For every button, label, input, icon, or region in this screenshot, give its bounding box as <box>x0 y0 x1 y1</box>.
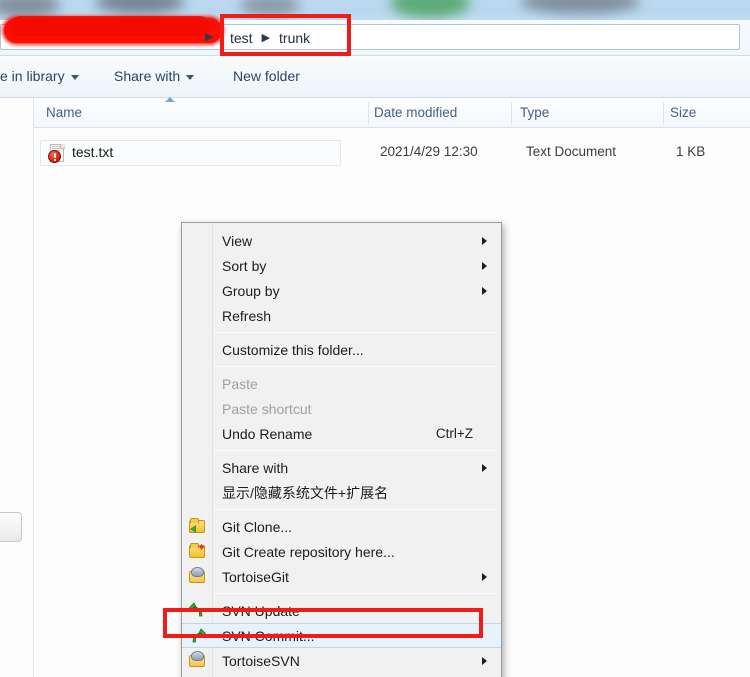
column-header-row: Name Date modified Type Size <box>34 98 750 128</box>
chevron-right-icon <box>482 572 487 581</box>
redaction-scribble-core <box>10 16 210 36</box>
explorer-toolbar: e in library Share with New folder <box>0 56 750 98</box>
column-header-name[interactable]: Name <box>46 105 82 120</box>
menu-item-label: TortoiseSVN <box>222 652 300 669</box>
menu-item-label: Paste shortcut <box>222 400 312 417</box>
file-type-cell: Text Document <box>526 144 617 159</box>
toolbar-new-folder[interactable]: New folder <box>233 68 300 84</box>
menu-item-label: Git Clone... <box>222 518 293 535</box>
file-size-cell: 1 KB <box>676 144 706 159</box>
menu-item-git-clone[interactable]: Git Clone... <box>182 514 501 539</box>
menu-item-label: Share with <box>222 459 289 476</box>
svn-update-icon <box>189 602 206 619</box>
glass-blob-2 <box>95 0 185 14</box>
tortoisegit-icon <box>189 567 206 585</box>
chevron-right-icon <box>482 261 487 270</box>
menu-item-refresh[interactable]: Refresh <box>182 303 501 328</box>
toolbar-include-in-library[interactable]: e in library <box>0 68 79 84</box>
menu-item-label: Paste <box>222 375 258 392</box>
svn-commit-icon <box>189 628 206 645</box>
menu-item-git-create[interactable]: ✦ Git Create repository here... <box>182 539 501 564</box>
menu-item-svn-update[interactable]: SVN Update <box>182 598 501 623</box>
menu-item-label: SVN Commit... <box>222 627 315 644</box>
menu-item-label: Refresh <box>222 307 272 324</box>
menu-item-label: Git Create repository here... <box>222 543 395 560</box>
context-menu-item-list: View Sort by Group by Refresh Customize this… <box>182 228 501 677</box>
navigation-pane-divider <box>33 98 34 677</box>
context-menu[interactable]: View Sort by Group by Refresh Customize this… <box>181 222 502 677</box>
menu-item-svn-commit[interactable]: SVN Commit... <box>182 623 501 648</box>
tortoisesvn-icon <box>189 651 206 669</box>
table-row[interactable]: test.txt 2021/4/29 12:30 Text Document 1… <box>40 140 746 166</box>
toolbar-share-with-label: Share with <box>114 68 181 84</box>
glass-blob-5 <box>520 0 640 14</box>
menu-item-label: 显示/隐藏系统文件+扩展名 <box>222 484 389 501</box>
menu-item-label: Undo Rename <box>222 425 313 442</box>
chevron-down-icon <box>70 74 79 80</box>
toolbar-new-folder-label: New folder <box>233 68 300 84</box>
file-date-modified-cell: 2021/4/29 12:30 <box>380 144 478 159</box>
menu-item-shortcut: Ctrl+Z <box>435 426 473 441</box>
chevron-right-icon <box>482 463 487 472</box>
text-document-svn-modified-icon <box>48 144 65 163</box>
menu-item-label: View <box>222 232 253 249</box>
menu-item-paste-shortcut: Paste shortcut <box>182 396 501 421</box>
git-clone-icon <box>189 518 206 535</box>
breadcrumb-separator-icon: ▶ <box>205 31 214 43</box>
menu-item-label: TortoiseGit <box>222 568 289 585</box>
column-header-date-modified[interactable]: Date modified <box>374 105 457 120</box>
menu-item-label: Group by <box>222 282 280 299</box>
column-divider[interactable] <box>663 102 664 124</box>
sort-ascending-icon <box>165 97 175 102</box>
menu-item-paste: Paste <box>182 371 501 396</box>
menu-item-label: Customize this folder... <box>222 341 364 358</box>
chevron-right-icon <box>482 656 487 665</box>
column-header-type[interactable]: Type <box>520 105 549 120</box>
menu-item-tortoisegit[interactable]: TortoiseGit <box>182 564 501 589</box>
column-header-size[interactable]: Size <box>670 105 696 120</box>
chevron-down-icon <box>186 74 195 80</box>
git-create-icon: ✦ <box>189 543 206 560</box>
menu-item-share-with[interactable]: Share with <box>182 455 501 480</box>
menu-item-view[interactable]: View <box>182 228 501 253</box>
breadcrumb-item-test[interactable]: test <box>226 30 257 46</box>
menu-item-group-by[interactable]: Group by <box>182 278 501 303</box>
toolbar-include-in-library-label: e in library <box>0 68 65 84</box>
column-divider[interactable] <box>368 102 369 124</box>
context-menu-separator <box>214 509 497 510</box>
menu-item-toggle-system[interactable]: 显示/隐藏系统文件+扩展名 <box>182 480 501 505</box>
chevron-right-icon <box>482 286 487 295</box>
menu-item-label: SVN Update <box>222 602 300 619</box>
menu-item-undo-rename[interactable]: Undo Rename Ctrl+Z <box>182 421 501 446</box>
file-name-cell[interactable]: test.txt <box>72 144 113 160</box>
column-divider[interactable] <box>511 102 512 124</box>
explorer-window: ▶ test ▶ trunk e in library Share with N… <box>0 0 750 677</box>
glass-blob-4 <box>390 0 470 18</box>
chevron-right-icon <box>482 236 487 245</box>
menu-item-tortoisesvn[interactable]: TortoiseSVN <box>182 648 501 673</box>
context-menu-separator <box>214 332 497 333</box>
breadcrumb-item-trunk[interactable]: trunk <box>275 30 314 46</box>
menu-item-sort-by[interactable]: Sort by <box>182 253 501 278</box>
context-menu-separator <box>214 366 497 367</box>
menu-item-customize[interactable]: Customize this folder... <box>182 337 501 362</box>
toolbar-share-with[interactable]: Share with <box>114 68 195 84</box>
chevron-right-icon: ▶ <box>261 31 271 44</box>
menu-item-label: Sort by <box>222 257 267 274</box>
context-menu-separator <box>214 450 497 451</box>
navigation-pane-stub[interactable] <box>0 512 22 542</box>
glass-blob-3 <box>240 0 300 16</box>
breadcrumb[interactable]: test ▶ trunk <box>226 24 314 52</box>
context-menu-separator <box>214 593 497 594</box>
